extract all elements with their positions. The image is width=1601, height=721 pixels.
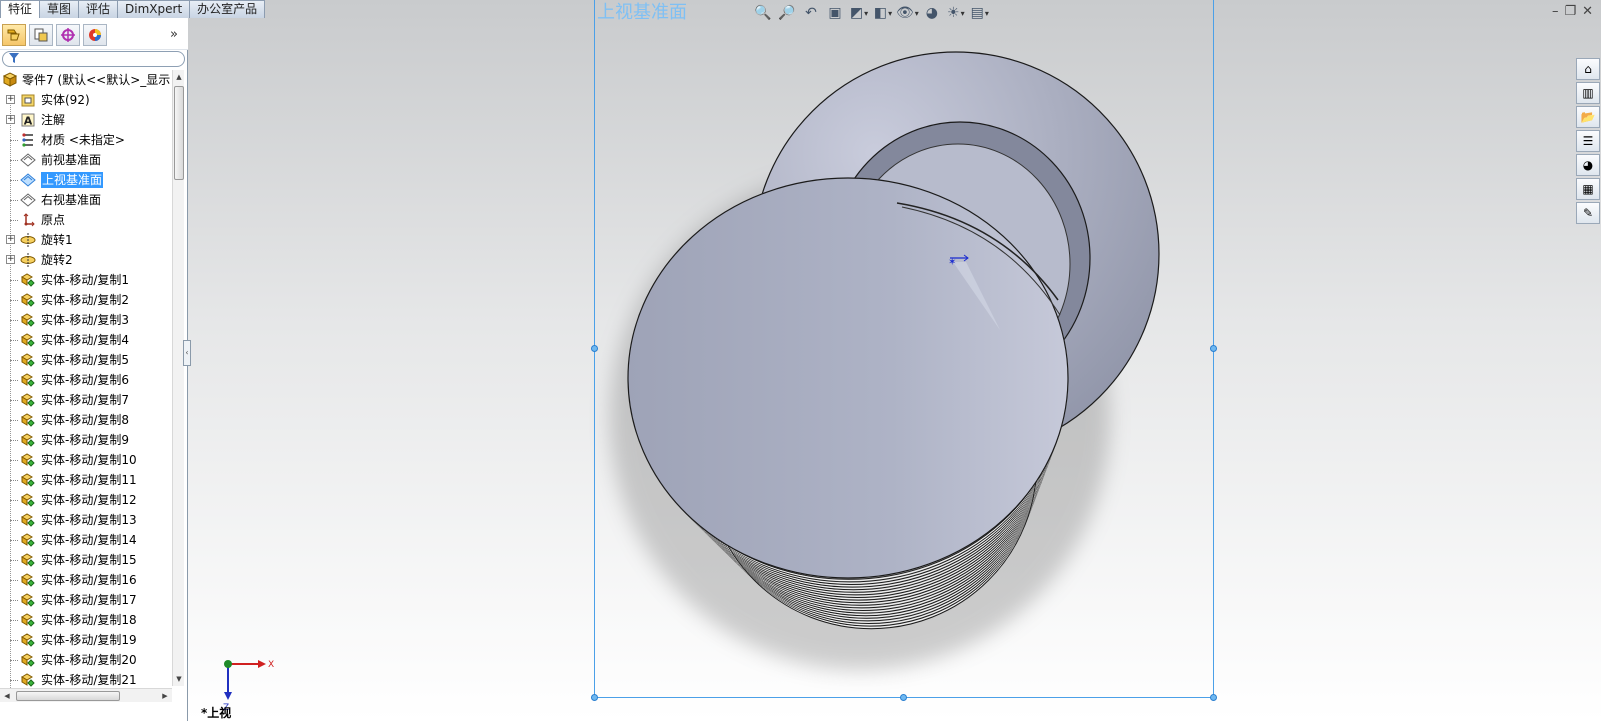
plane-label: 上视基准面 xyxy=(597,2,687,23)
zoom-to-fit-icon[interactable]: 🔍 xyxy=(752,2,774,24)
view-orientation-icon[interactable]: ◩ ▾ xyxy=(848,2,870,24)
file-explorer-icon[interactable]: 📂 xyxy=(1576,106,1600,128)
zoom-to-area-icon[interactable]: 🔎 xyxy=(776,2,798,24)
apply-scene-icon[interactable]: ☀ ▾ xyxy=(945,2,967,24)
view-settings-icon[interactable]: ▤ ▾ xyxy=(969,2,991,24)
plane-handle[interactable] xyxy=(1210,694,1217,701)
hide-show-items-icon[interactable]: 👁 ▾ xyxy=(896,2,919,24)
dropdown-caret-icon[interactable]: ▾ xyxy=(864,9,868,18)
coordinate-triad: X Z xyxy=(223,660,274,712)
plane-handle[interactable] xyxy=(591,345,598,352)
appearances-scenes-icon[interactable]: ◕ xyxy=(1576,154,1600,176)
close-icon[interactable]: ✕ xyxy=(1582,4,1593,19)
view-palette-icon[interactable]: ☰ xyxy=(1576,130,1600,152)
task-pane: ⌂ ▥ 📂 ☰ ◕ ▦ ✎ xyxy=(1576,58,1601,226)
dropdown-caret-icon[interactable]: ▾ xyxy=(915,9,919,18)
previous-view-icon[interactable]: ↶ xyxy=(800,2,822,24)
plane-handle[interactable] xyxy=(591,694,598,701)
dropdown-caret-icon[interactable]: ▾ xyxy=(888,9,892,18)
edit-appearance-icon[interactable]: ◕ xyxy=(921,2,943,24)
triad-x-label: X xyxy=(268,660,274,670)
minimize-icon[interactable]: – xyxy=(1552,4,1559,19)
solidworks-resources-icon[interactable]: ⌂ xyxy=(1576,58,1600,80)
restore-icon[interactable]: ❐ xyxy=(1564,4,1576,19)
recover-documents-icon[interactable]: ✎ xyxy=(1576,202,1600,224)
dropdown-caret-icon[interactable]: ▾ xyxy=(985,9,989,18)
dropdown-caret-icon[interactable]: ▾ xyxy=(961,9,965,18)
custom-properties-icon[interactable]: ▦ xyxy=(1576,178,1600,200)
view-orientation-label: *上视 xyxy=(201,706,232,720)
section-view-icon[interactable]: ▣ xyxy=(824,2,846,24)
heads-up-view-toolbar: 🔍 🔎 ↶ ▣ ◩ ▾ ◧ ▾ 👁 ▾ ◕ ☀ ▾ ▤ ▾ xyxy=(752,2,991,24)
plane-handle[interactable] xyxy=(1210,345,1217,352)
design-library-icon[interactable]: ▥ xyxy=(1576,82,1600,104)
display-style-icon[interactable]: ◧ ▾ xyxy=(872,2,894,24)
top-plane-outline[interactable] xyxy=(594,0,1214,698)
window-controls: – ❐ ✕ xyxy=(1552,4,1593,19)
plane-handle[interactable] xyxy=(900,694,907,701)
